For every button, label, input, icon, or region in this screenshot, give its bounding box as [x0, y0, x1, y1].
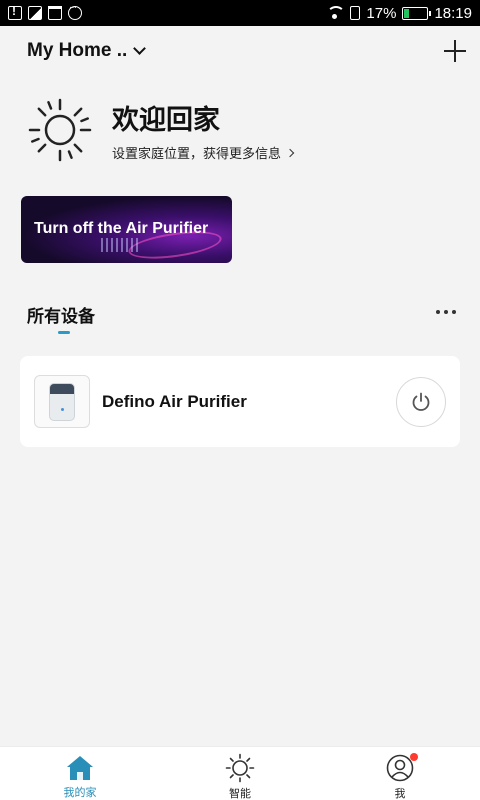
battery-percent: 17%	[366, 4, 397, 22]
alert-notification-icon	[8, 4, 22, 20]
section-tab-indicator	[58, 331, 70, 334]
device-card[interactable]: Defino Air Purifier	[20, 356, 460, 447]
welcome-title: 欢迎回家	[112, 105, 220, 136]
home-selector[interactable]: My Home ..	[27, 40, 147, 62]
power-button[interactable]	[396, 376, 446, 427]
nav-item-smart[interactable]: 智能	[160, 747, 320, 800]
air-purifier-icon	[49, 382, 75, 421]
clock: 18:19	[434, 4, 472, 22]
home-name: My Home ..	[27, 40, 128, 61]
power-icon	[412, 392, 430, 411]
notification-dot	[410, 753, 418, 761]
banner-text: Turn off the Air Purifier	[34, 220, 209, 237]
device-name: Defino Air Purifier	[102, 391, 247, 411]
nav-label-smart: 智能	[229, 787, 251, 800]
section-title-all-devices[interactable]: 所有设备	[27, 302, 95, 327]
status-bar: 17% 18:19	[0, 0, 480, 26]
image-notification-icon	[28, 6, 42, 20]
status-system: 17% 18:19	[326, 5, 472, 22]
welcome-subtitle: 设置家庭位置，获得更多信息	[112, 147, 282, 162]
app-header: My Home ..	[0, 26, 480, 76]
user-icon	[385, 753, 418, 783]
plus-icon[interactable]	[444, 40, 466, 62]
nav-label-me: 我	[394, 787, 406, 800]
wifi-icon	[326, 6, 346, 20]
status-notifications	[8, 2, 82, 20]
more-options-icon[interactable]	[436, 310, 456, 314]
sim-icon	[350, 6, 361, 20]
trash-notification-icon	[48, 6, 62, 20]
bottom-navigation: 我的家 智能 我	[0, 746, 480, 800]
battery-icon	[402, 6, 432, 20]
welcome-text: 欢迎回家 设置家庭位置，获得更多信息	[112, 98, 295, 162]
nav-item-home[interactable]: 我的家	[0, 747, 160, 800]
device-thumbnail	[34, 375, 90, 428]
promo-banner[interactable]: Turn off the Air Purifier	[21, 196, 232, 263]
set-location-link[interactable]: 设置家庭位置，获得更多信息	[112, 143, 295, 162]
chevron-right-icon	[285, 148, 295, 157]
more-notification-icon	[68, 2, 82, 20]
chevron-down-icon	[133, 42, 147, 55]
battery-fill	[404, 8, 409, 18]
nav-item-me[interactable]: 我	[320, 747, 480, 800]
home-icon	[65, 753, 95, 782]
nav-label-home: 我的家	[63, 786, 97, 799]
sun-icon	[28, 98, 92, 162]
welcome-section: 欢迎回家 设置家庭位置，获得更多信息	[28, 98, 295, 162]
sun-icon	[225, 753, 255, 783]
